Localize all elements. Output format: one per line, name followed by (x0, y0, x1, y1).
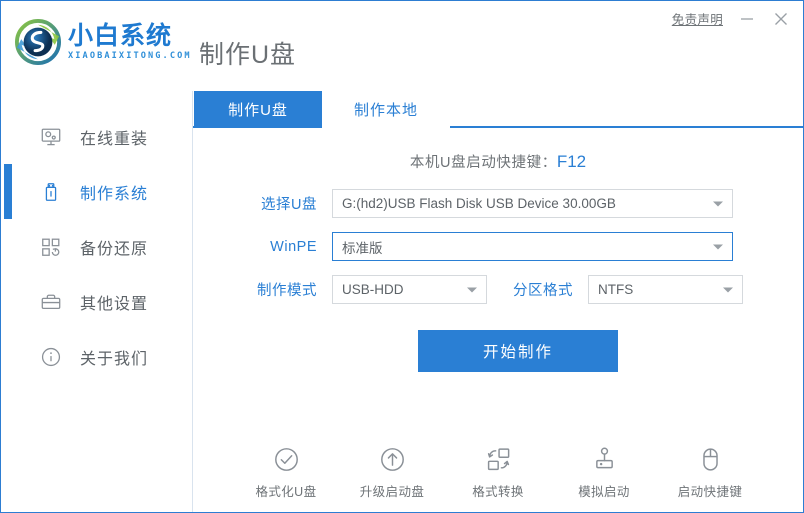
recycle-arrows-logo-icon (15, 19, 61, 65)
submit-row: 开始制作 (193, 330, 803, 372)
info-circle-icon (39, 345, 63, 369)
sidebar-item-label: 在线重装 (80, 130, 149, 148)
chevron-down-icon (467, 287, 477, 292)
tab-label: 制作本地 (353, 102, 418, 119)
bottom-toolbar: 格式化U盘 升级启动盘 格式转换 模拟启动 启动快捷键 (193, 432, 803, 512)
partition-select-value: NTFS (598, 282, 634, 297)
sidebar: 在线重装 制作系统 备份还原 其他设置 关于我们 (1, 91, 193, 512)
form-row-usb: 选择U盘 G:(hd2)USB Flash Disk USB Device 30… (193, 189, 803, 218)
sidebar-item-label: 制作系统 (80, 185, 149, 203)
active-indicator (4, 219, 12, 274)
tool-upgrade-boot-disk[interactable]: 升级启动盘 (359, 445, 425, 500)
tool-boot-hotkey[interactable]: 启动快捷键 (677, 445, 743, 500)
sidebar-item-backup-restore[interactable]: 备份还原 (1, 219, 192, 274)
tab-bar: 制作U盘 制作本地 (193, 91, 803, 128)
usb-select[interactable]: G:(hd2)USB Flash Disk USB Device 30.00GB (332, 189, 733, 218)
tab-label: 制作U盘 (228, 102, 288, 119)
active-indicator (4, 274, 12, 329)
mouse-icon (697, 445, 724, 475)
sidebar-item-label: 关于我们 (80, 350, 149, 368)
check-circle-icon (273, 445, 300, 475)
sidebar-item-label: 备份还原 (80, 240, 149, 258)
tool-label: 升级启动盘 (359, 484, 425, 499)
usb-select-label: 选择U盘 (261, 197, 317, 213)
start-make-button[interactable]: 开始制作 (418, 330, 618, 372)
tool-format-usb[interactable]: 格式化U盘 (255, 445, 317, 500)
mode-select-value: USB-HDD (342, 282, 404, 297)
minimize-icon[interactable] (737, 10, 757, 28)
brand-logo: 小白系统 XIAOBAIXITONG.COM (15, 19, 192, 65)
mode-select-label: 制作模式 (257, 283, 317, 299)
tool-label: 启动快捷键 (677, 484, 743, 499)
app-window: 小白系统 XIAOBAIXITONG.COM 制作U盘 免责声明 在线重装 制作… (0, 0, 804, 513)
arrow-up-circle-icon (379, 445, 406, 475)
active-indicator (4, 164, 12, 219)
boot-shortcut-hint: 本机U盘启动快捷键：F12 (193, 151, 803, 172)
usb-drive-icon (39, 180, 63, 204)
tool-label: 格式转换 (472, 484, 524, 499)
convert-shapes-icon (485, 445, 512, 475)
winpe-select[interactable]: 标准版 (332, 232, 733, 261)
tab-make-usb[interactable]: 制作U盘 (194, 91, 322, 128)
usb-select-value: G:(hd2)USB Flash Disk USB Device 30.00GB (342, 196, 616, 211)
chevron-down-icon (713, 201, 723, 206)
make-usb-form: 选择U盘 G:(hd2)USB Flash Disk USB Device 30… (193, 189, 803, 372)
partition-select[interactable]: NTFS (588, 275, 743, 304)
brand-name-cn: 小白系统 (68, 20, 173, 50)
brand-name-en: XIAOBAIXITONG.COM (68, 51, 192, 62)
tool-label: 模拟启动 (578, 484, 630, 499)
title-bar: 小白系统 XIAOBAIXITONG.COM 制作U盘 免责声明 (1, 1, 803, 91)
boot-shortcut-key: F12 (556, 152, 587, 171)
sidebar-item-other-settings[interactable]: 其他设置 (1, 274, 192, 329)
tab-make-local[interactable]: 制作本地 (322, 91, 450, 128)
form-row-winpe: WinPE 标准版 (193, 232, 803, 261)
tool-format-convert[interactable]: 格式转换 (467, 445, 529, 500)
boot-shortcut-text: 本机U盘启动快捷键： (409, 155, 557, 171)
mode-select[interactable]: USB-HDD (332, 275, 487, 304)
sidebar-item-label: 其他设置 (80, 295, 149, 313)
active-indicator (4, 109, 12, 164)
tool-label: 格式化U盘 (255, 484, 317, 499)
disclaimer-link[interactable]: 免责声明 (672, 9, 723, 28)
page-title: 制作U盘 (199, 41, 297, 69)
joystick-icon (591, 445, 618, 475)
sidebar-item-online-reinstall[interactable]: 在线重装 (1, 109, 192, 164)
monitor-icon (39, 125, 63, 149)
winpe-select-value: 标准版 (342, 240, 383, 256)
winpe-select-label: WinPE (270, 238, 317, 255)
window-controls: 免责声明 (672, 9, 791, 28)
grid-squares-icon (39, 235, 63, 259)
partition-select-label: 分区格式 (513, 283, 573, 299)
sidebar-item-about-us[interactable]: 关于我们 (1, 329, 192, 384)
sidebar-item-make-system[interactable]: 制作系统 (1, 164, 192, 219)
close-icon[interactable] (771, 10, 791, 28)
form-row-mode-partition: 制作模式 USB-HDD 分区格式 NTFS (193, 275, 803, 304)
briefcase-icon (39, 290, 63, 314)
active-indicator (4, 329, 12, 384)
chevron-down-icon (723, 287, 733, 292)
tool-simulate-boot[interactable]: 模拟启动 (573, 445, 635, 500)
chevron-down-icon (713, 244, 723, 249)
